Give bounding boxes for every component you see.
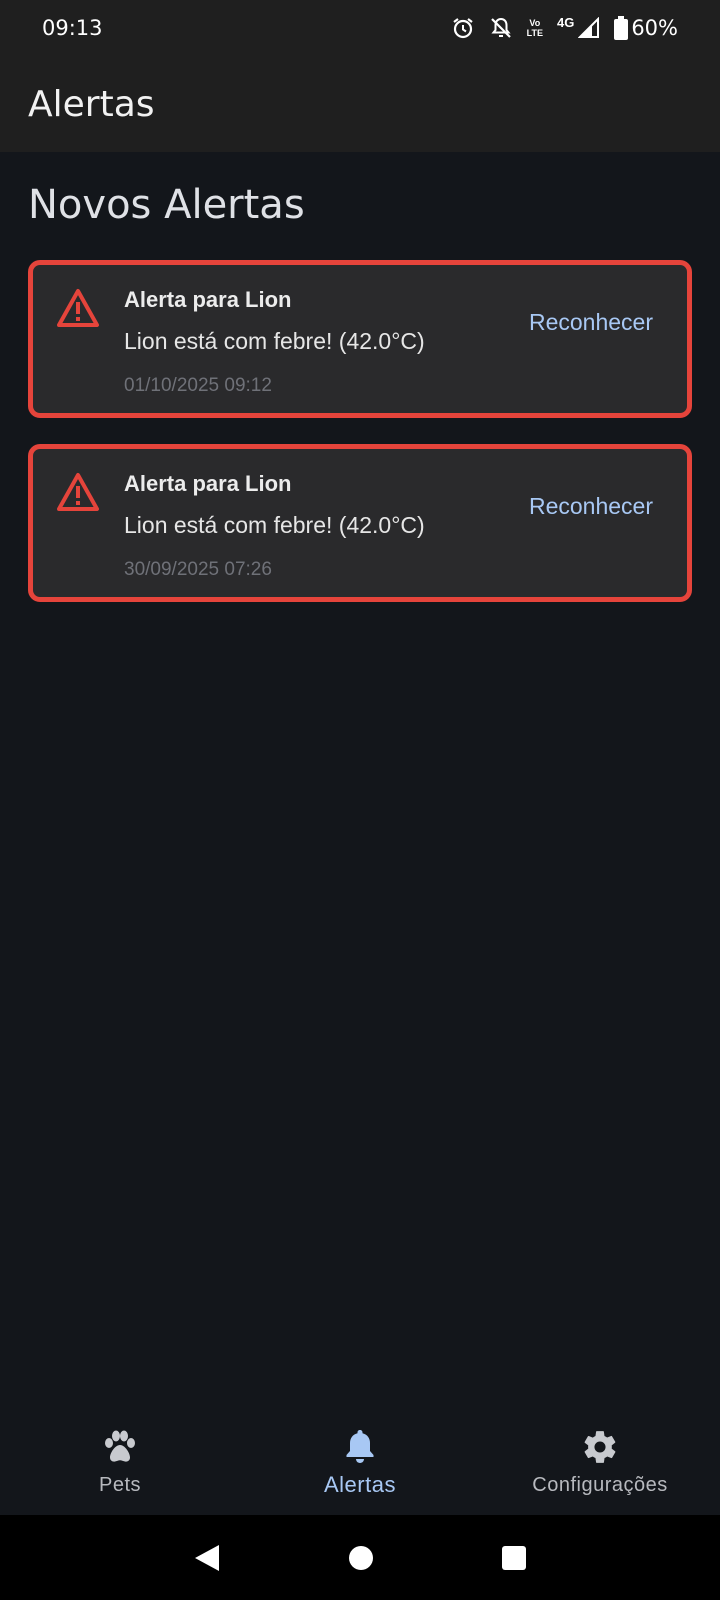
warning-icon [55,287,101,329]
battery: 60% [614,16,678,40]
home-icon[interactable] [348,1545,374,1571]
paw-icon [101,1428,139,1466]
alert-timestamp: 01/10/2025 09:12 [124,375,272,396]
app-bar: Alertas [0,56,720,152]
alert-card: Alerta para Lion Lion está com febre! (4… [28,260,692,418]
bottom-nav: Pets Alertas Configurações [0,1410,720,1515]
alert-timestamp: 30/09/2025 07:26 [124,559,272,580]
battery-level: 60% [631,16,678,40]
volte-icon: Vo LTE [526,18,543,38]
recents-icon[interactable] [501,1545,527,1571]
gear-icon [581,1428,619,1466]
system-nav-bar [0,1515,720,1600]
battery-icon [614,16,629,40]
warning-icon [55,471,101,513]
nav-label-pets: Pets [98,1474,142,1496]
acknowledge-button[interactable]: Reconhecer [529,309,653,336]
nav-item-pets[interactable]: Pets [0,1410,240,1497]
network-type: 4G [556,14,575,30]
nav-label-alertas: Alertas [324,1472,396,1497]
acknowledge-button[interactable]: Reconhecer [529,493,653,520]
nav-item-alertas[interactable]: Alertas [240,1410,480,1498]
nav-item-configuracoes[interactable]: Configurações [480,1410,720,1497]
notifications-off-icon [489,16,513,40]
nav-label-configuracoes: Configurações [532,1474,668,1496]
alert-message: Lion está com febre! (42.0°C) [124,328,425,354]
alarm-icon [451,16,475,40]
alert-message: Lion está com febre! (42.0°C) [124,512,425,538]
alert-title: Alerta para Lion [124,287,292,312]
bell-icon [343,1428,377,1466]
status-icons: Vo LTE 4G 60% [451,14,678,40]
page-title: Alertas [28,83,155,125]
status-bar: 09:13 Vo LTE 4G 60% [0,0,720,56]
alert-title: Alerta para Lion [124,471,292,496]
status-time: 09:13 [42,16,103,40]
section-title: Novos Alertas [28,182,305,228]
alert-list: Alerta para Lion Lion está com febre! (4… [28,260,692,628]
alert-card: Alerta para Lion Lion está com febre! (4… [28,444,692,602]
back-icon[interactable] [193,1543,221,1573]
signal-icon [578,17,600,39]
